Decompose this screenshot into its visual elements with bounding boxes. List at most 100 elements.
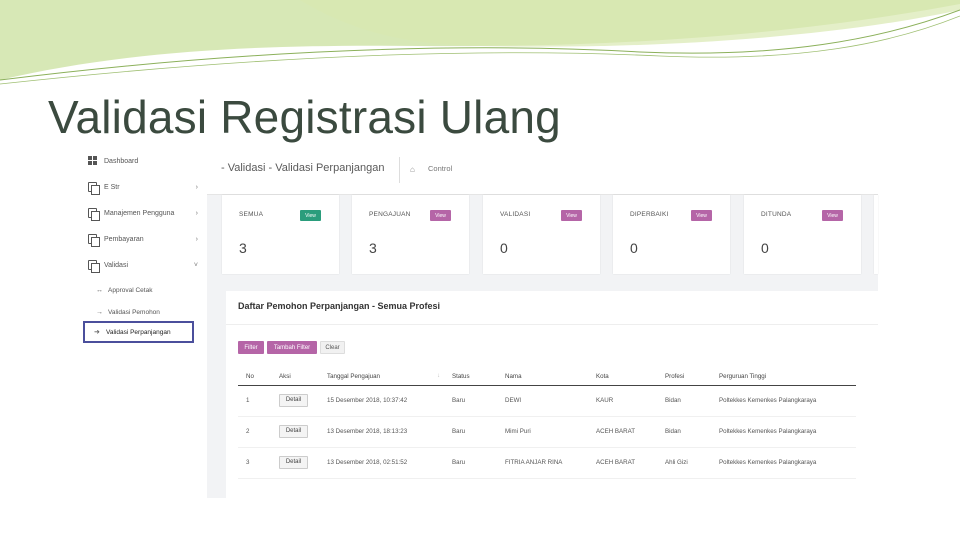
sidebar-item-label: Validasi xyxy=(104,261,128,269)
table-row: 3 Detail 13 Desember 2018, 02:51:52 Baru… xyxy=(238,447,856,479)
chevron-down-icon: ˅ xyxy=(193,261,198,269)
arrow-icon: → xyxy=(96,308,103,316)
sidebar-item-manajemen-pengguna[interactable]: Manajemen Pengguna › xyxy=(88,205,204,221)
detail-button[interactable]: Detail xyxy=(279,456,308,469)
cell-no: 2 xyxy=(238,416,271,448)
copy-icon xyxy=(88,234,100,247)
column-header[interactable]: Aksi xyxy=(271,368,319,386)
card-value: 3 xyxy=(369,240,377,256)
view-button[interactable]: View xyxy=(430,210,451,221)
card-value: 0 xyxy=(761,240,769,256)
sidebar-item-dashboard[interactable]: Dashboard xyxy=(88,153,204,169)
card-value: 0 xyxy=(630,240,638,256)
decorative-swoosh xyxy=(0,0,960,85)
cell-nama: FITRIA ANJAR RINA xyxy=(497,447,588,479)
card-label: DIPERBAIKI xyxy=(630,211,669,218)
sidebar-item-label: Dashboard xyxy=(104,157,139,165)
table-header-row: No Aksi Tanggal Pengajuan ↓ Status Nama K… xyxy=(238,368,856,386)
filter-button[interactable]: Filter xyxy=(238,341,264,354)
panel-divider xyxy=(226,324,878,325)
sort-icon: ↓ xyxy=(437,373,440,379)
sidebar-item-label: Pembayaran xyxy=(104,235,144,243)
cell-perguruan-tinggi: Poltekkes Kemenkes Palangkaraya xyxy=(711,416,856,448)
arrow-icon: ➜ xyxy=(94,329,100,336)
sidebar-subitem-approval-cetak[interactable]: ↔ Approval Cetak xyxy=(96,283,196,297)
cell-perguruan-tinggi: Poltekkes Kemenkes Palangkaraya xyxy=(711,447,856,479)
cell-no: 3 xyxy=(238,447,271,479)
sidebar-subitem-label: Validasi Perpanjangan xyxy=(106,328,171,336)
dashboard-grid-icon xyxy=(88,156,97,166)
copy-icon xyxy=(88,260,100,273)
card-label: DITUNDA xyxy=(761,211,792,218)
sidebar-item-label: E Str xyxy=(104,183,120,191)
cell-tanggal: 13 Desember 2018, 02:51:52 xyxy=(319,447,444,479)
sidebar-subitem-validasi-pemohon[interactable]: → Validasi Pemohon xyxy=(96,305,196,319)
slide: Validasi Registrasi Ulang Dashboard E St… xyxy=(0,0,960,540)
detail-button[interactable]: Detail xyxy=(279,394,308,407)
panel-title: Daftar Pemohon Perpanjangan - Semua Prof… xyxy=(238,301,441,311)
cell-nama: Mimi Puri xyxy=(497,416,588,448)
column-header[interactable]: Kota xyxy=(588,368,657,386)
cell-profesi: Bidan xyxy=(657,416,711,448)
home-icon[interactable]: ⌂ xyxy=(410,165,415,174)
sidebar-subitem-validasi-perpanjangan[interactable]: ➜ Validasi Perpanjangan xyxy=(83,321,194,343)
cell-aksi: Detail xyxy=(271,416,319,448)
page-title: - Validasi - Validasi Perpanjangan xyxy=(221,162,385,174)
column-header[interactable]: Status xyxy=(444,368,497,386)
cell-status: Baru xyxy=(444,416,497,448)
slide-title: Validasi Registrasi Ulang xyxy=(48,91,561,143)
sidebar-item-label: Manajemen Pengguna xyxy=(104,209,175,217)
cell-kota: KAUR xyxy=(588,385,657,417)
stat-card-diperbaiki: DIPERBAIKI View 0 xyxy=(613,195,730,274)
cell-aksi: Detail xyxy=(271,447,319,479)
cell-perguruan-tinggi: Poltekkes Kemenkes Palangkaraya xyxy=(711,385,856,417)
column-header[interactable]: Nama xyxy=(497,368,588,386)
column-header[interactable]: No xyxy=(238,368,271,386)
card-value: 3 xyxy=(239,240,247,256)
copy-icon xyxy=(88,182,100,195)
stat-card-validasi: VALIDASI View 0 xyxy=(483,195,600,274)
sidebar: Dashboard E Str › Manajemen Pengguna › P… xyxy=(80,150,205,350)
view-button[interactable]: View xyxy=(822,210,843,221)
sidebar-item-e-str[interactable]: E Str › xyxy=(88,179,204,195)
sidebar-subitem-label: Validasi Pemohon xyxy=(108,308,160,316)
column-header-label: Tanggal Pengajuan xyxy=(327,372,380,380)
card-label: VALIDASI xyxy=(500,211,531,218)
breadcrumb[interactable]: Control xyxy=(428,164,452,173)
cell-aksi: Detail xyxy=(271,385,319,417)
chevron-right-icon: › xyxy=(195,183,198,191)
header-divider xyxy=(399,157,400,183)
table-row: 1 Detail 15 Desember 2018, 10:37:42 Baru… xyxy=(238,385,856,417)
applicants-table: No Aksi Tanggal Pengajuan ↓ Status Nama K… xyxy=(238,368,856,479)
cell-profesi: Bidan xyxy=(657,385,711,417)
card-label: SEMUA xyxy=(239,211,264,218)
stat-card-pengajuan: PENGAJUAN View 3 xyxy=(352,195,469,274)
column-header[interactable]: Tanggal Pengajuan ↓ xyxy=(319,368,444,386)
column-header[interactable]: Profesi xyxy=(657,368,711,386)
cell-kota: ACEH BARAT xyxy=(588,447,657,479)
add-filter-button[interactable]: Tambah Filter xyxy=(267,341,317,354)
cell-status: Baru xyxy=(444,385,497,417)
cell-kota: ACEH BARAT xyxy=(588,416,657,448)
stat-card-partial xyxy=(874,195,878,274)
chevron-right-icon: › xyxy=(195,235,198,243)
cell-no: 1 xyxy=(238,385,271,417)
column-header[interactable]: Perguruan Tinggi xyxy=(711,368,856,386)
stat-card-ditunda: DITUNDA View 0 xyxy=(744,195,861,274)
view-button[interactable]: View xyxy=(691,210,712,221)
chevron-right-icon: › xyxy=(195,209,198,217)
cell-tanggal: 15 Desember 2018, 10:37:42 xyxy=(319,385,444,417)
clear-button[interactable]: Clear xyxy=(320,341,345,354)
sidebar-item-pembayaran[interactable]: Pembayaran › xyxy=(88,231,204,247)
view-button[interactable]: View xyxy=(561,210,582,221)
page-header: - Validasi - Validasi Perpanjangan ⌂ Con… xyxy=(207,153,878,195)
card-value: 0 xyxy=(500,240,508,256)
table-row: 2 Detail 13 Desember 2018, 18:13:23 Baru… xyxy=(238,416,856,448)
cell-profesi: Ahli Gizi xyxy=(657,447,711,479)
cell-nama: DEWI xyxy=(497,385,588,417)
view-button[interactable]: View xyxy=(300,210,321,221)
card-label: PENGAJUAN xyxy=(369,211,411,218)
arrow-icon: ↔ xyxy=(96,286,103,294)
sidebar-item-validasi[interactable]: Validasi ˅ xyxy=(88,257,204,273)
detail-button[interactable]: Detail xyxy=(279,425,308,438)
